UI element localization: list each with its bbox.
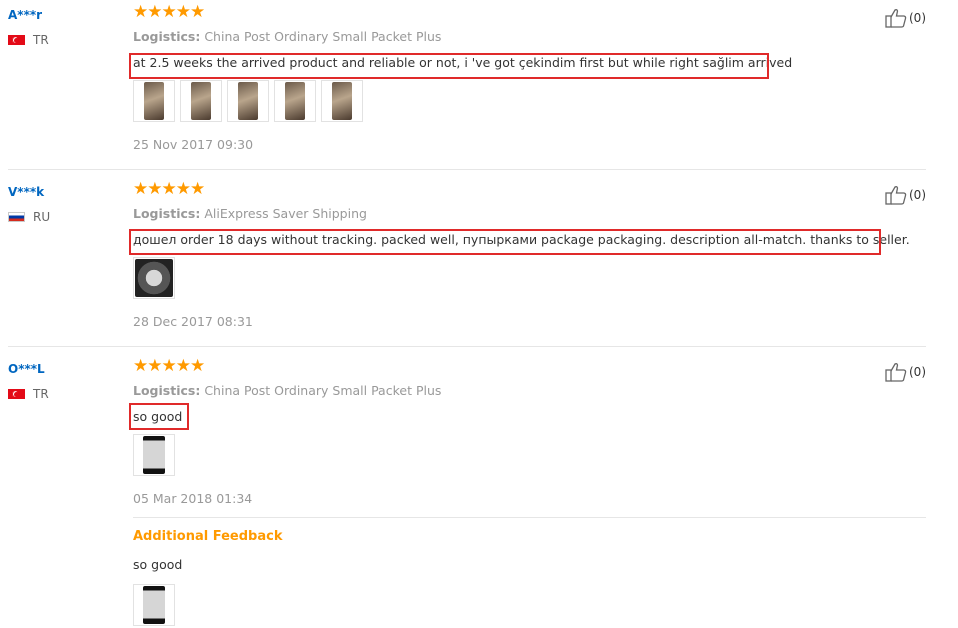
flag-ru-icon	[8, 212, 25, 222]
helpful-button[interactable]: (0)	[885, 362, 926, 382]
logistics-info: Logistics: China Post Ordinary Small Pac…	[133, 383, 441, 398]
country-code: TR	[33, 33, 49, 47]
helpful-count: (0)	[909, 365, 926, 379]
review-divider	[8, 169, 926, 170]
star-icons: ★★★★★	[133, 179, 205, 199]
additional-feedback-title: Additional Feedback	[133, 529, 283, 544]
helpful-button[interactable]: (0)	[885, 185, 926, 205]
country-code: RU	[33, 210, 51, 224]
logistics-info: Logistics: China Post Ordinary Small Pac…	[133, 29, 441, 44]
highlight-box	[129, 229, 881, 255]
highlight-box	[129, 403, 189, 430]
star-icons: ★★★★★	[133, 2, 205, 22]
reviewer-country: TR	[8, 33, 49, 47]
review-photos	[133, 80, 368, 122]
logistics-label: Logistics:	[133, 29, 201, 44]
review-photo[interactable]	[133, 434, 175, 476]
star-icons: ★★★★★	[133, 356, 205, 376]
additional-feedback-photos	[133, 584, 180, 626]
review-photo[interactable]	[321, 80, 363, 122]
helpful-button[interactable]: (0)	[885, 8, 926, 28]
review-photo[interactable]	[180, 80, 222, 122]
review-photo[interactable]	[274, 80, 316, 122]
helpful-count: (0)	[909, 188, 926, 202]
review-item: V***k RU ★★★★★ Logistics: AliExpress Sav…	[8, 180, 926, 345]
logistics-value: China Post Ordinary Small Packet Plus	[204, 383, 442, 398]
thumbs-up-icon	[885, 363, 907, 382]
logistics-info: Logistics: AliExpress Saver Shipping	[133, 206, 367, 221]
thumbs-up-icon	[885, 9, 907, 28]
logistics-label: Logistics:	[133, 206, 201, 221]
reviewer-country: RU	[8, 210, 50, 224]
review-date: 28 Dec 2017 08:31	[133, 314, 253, 329]
helpful-count: (0)	[909, 11, 926, 25]
review-photo[interactable]	[133, 584, 175, 626]
flag-tr-icon	[8, 35, 25, 45]
star-rating: ★★★★★	[133, 356, 205, 376]
reviewer-name[interactable]: A***r	[8, 8, 42, 22]
reviewer-name[interactable]: O***L	[8, 362, 45, 376]
highlight-box	[129, 53, 769, 79]
feedback-divider	[133, 517, 926, 518]
logistics-value: AliExpress Saver Shipping	[204, 206, 367, 221]
review-photos	[133, 257, 180, 299]
review-photo[interactable]	[227, 80, 269, 122]
review-photo[interactable]	[133, 257, 175, 299]
review-item: A***r TR ★★★★★ Logistics: China Post Ord…	[8, 3, 926, 168]
review-item: O***L TR ★★★★★ Logistics: China Post Ord…	[8, 357, 926, 628]
thumbs-up-icon	[885, 186, 907, 205]
flag-tr-icon	[8, 389, 25, 399]
review-divider	[8, 346, 926, 347]
review-date: 25 Nov 2017 09:30	[133, 137, 254, 152]
star-rating: ★★★★★	[133, 2, 205, 22]
logistics-value: China Post Ordinary Small Packet Plus	[204, 29, 442, 44]
review-photo[interactable]	[133, 80, 175, 122]
additional-feedback-text: so good	[133, 557, 183, 572]
star-rating: ★★★★★	[133, 179, 205, 199]
review-date: 05 Mar 2018 01:34	[133, 491, 253, 506]
country-code: TR	[33, 387, 49, 401]
reviewer-country: TR	[8, 387, 49, 401]
review-photos	[133, 434, 180, 476]
reviewer-name[interactable]: V***k	[8, 185, 44, 199]
logistics-label: Logistics:	[133, 383, 201, 398]
